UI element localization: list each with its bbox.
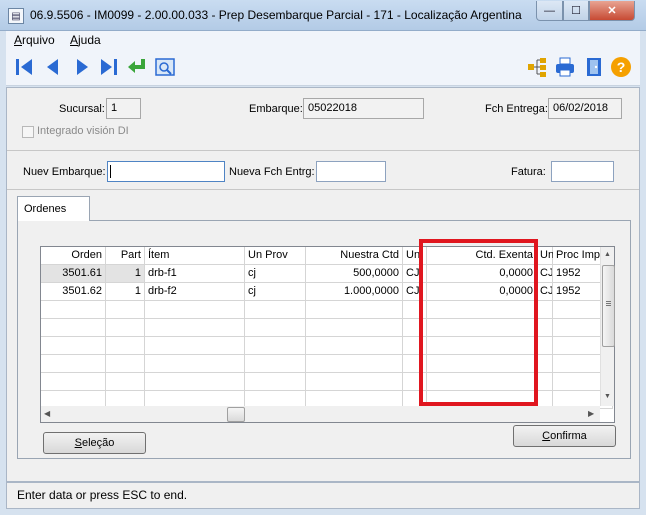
close-button[interactable]: ✕ — [589, 1, 635, 21]
cell[interactable]: CJ — [537, 265, 553, 283]
cell[interactable]: cj — [245, 283, 306, 301]
nueva-fch-label: Nueva Fch Entrg: — [229, 166, 315, 178]
column-header[interactable]: Nuestra Ctd — [306, 247, 403, 265]
column-header[interactable]: Ítem — [145, 247, 245, 265]
embarque-field: 05022018 — [303, 98, 424, 119]
nuev-embarque-input[interactable] — [107, 161, 225, 182]
scroll-thumb[interactable] — [227, 407, 245, 422]
nuev-embarque-label: Nuev Embarque: — [23, 166, 106, 178]
next-record-icon[interactable] — [71, 56, 93, 78]
menu-ajuda[interactable]: Ajuda — [70, 33, 101, 47]
cell[interactable]: CJ — [537, 283, 553, 301]
scroll-up-icon[interactable]: ▲ — [604, 251, 611, 258]
tree-icon[interactable] — [526, 56, 548, 78]
sucursal-label: Sucursal: — [59, 103, 105, 115]
cell[interactable]: drb-f2 — [145, 283, 245, 301]
cell[interactable]: drb-f1 — [145, 265, 245, 283]
scroll-right-icon[interactable]: ▶ — [588, 409, 594, 418]
tab-ordenes[interactable]: Ordenes — [17, 196, 90, 221]
text-cursor — [110, 165, 111, 178]
preview-icon[interactable] — [154, 56, 176, 78]
scroll-down-icon[interactable]: ▼ — [604, 393, 611, 400]
column-header[interactable]: Un Prov — [245, 247, 306, 265]
scroll-left-icon[interactable]: ◀ — [44, 409, 50, 418]
fatura-label: Fatura: — [511, 166, 546, 178]
first-record-icon[interactable] — [13, 56, 35, 78]
exit-door-icon[interactable] — [583, 56, 605, 78]
previous-record-icon[interactable] — [42, 56, 64, 78]
cell[interactable]: 1 — [106, 265, 145, 283]
cell[interactable]: 1 — [106, 283, 145, 301]
cell[interactable]: 1.000,0000 — [306, 283, 403, 301]
divider — [7, 150, 639, 151]
print-icon[interactable] — [554, 56, 576, 78]
sucursal-field: 1 — [106, 98, 141, 119]
window-title: 06.9.5506 - IM0099 - 2.00.00.033 - Prep … — [30, 8, 522, 22]
cell[interactable]: 3501.61 — [41, 265, 106, 283]
divider — [7, 189, 639, 190]
menu-bar — [6, 31, 640, 50]
return-icon[interactable] — [126, 56, 148, 78]
status-bar: Enter data or press ESC to end. — [6, 482, 640, 509]
scroll-thumb[interactable] — [602, 265, 615, 347]
fch-entrega-label: Fch Entrega: — [485, 103, 548, 115]
menu-arquivo[interactable]: Arquivo — [14, 33, 55, 47]
highlight-box — [419, 239, 538, 406]
cell[interactable]: 3501.62 — [41, 283, 106, 301]
column-header[interactable]: Orden — [41, 247, 106, 265]
cell[interactable]: cj — [245, 265, 306, 283]
last-record-icon[interactable] — [98, 56, 120, 78]
fch-entrega-field: 06/02/2018 — [548, 98, 622, 119]
horizontal-scrollbar[interactable]: ◀ ▶ — [41, 406, 600, 422]
status-text: Enter data or press ESC to end. — [17, 488, 188, 502]
selecao-button[interactable]: Seleção — [43, 432, 146, 454]
embarque-label: Embarque: — [249, 103, 303, 115]
app-icon: ▤ — [8, 8, 24, 24]
nueva-fch-input[interactable] — [316, 161, 386, 182]
cell[interactable]: 500,0000 — [306, 265, 403, 283]
column-header[interactable]: Part — [106, 247, 145, 265]
vertical-scrollbar[interactable]: ▲ ▼ — [600, 247, 615, 406]
minimize-button[interactable]: — — [536, 1, 563, 21]
maximize-button[interactable]: ☐ — [563, 1, 589, 21]
help-icon[interactable]: ? — [610, 56, 632, 78]
confirma-button[interactable]: Confirma — [513, 425, 616, 447]
integrado-label: Integrado visión DI — [37, 125, 129, 137]
column-header[interactable]: Un — [537, 247, 554, 265]
fatura-input[interactable] — [551, 161, 614, 182]
integrado-checkbox[interactable] — [22, 126, 34, 138]
